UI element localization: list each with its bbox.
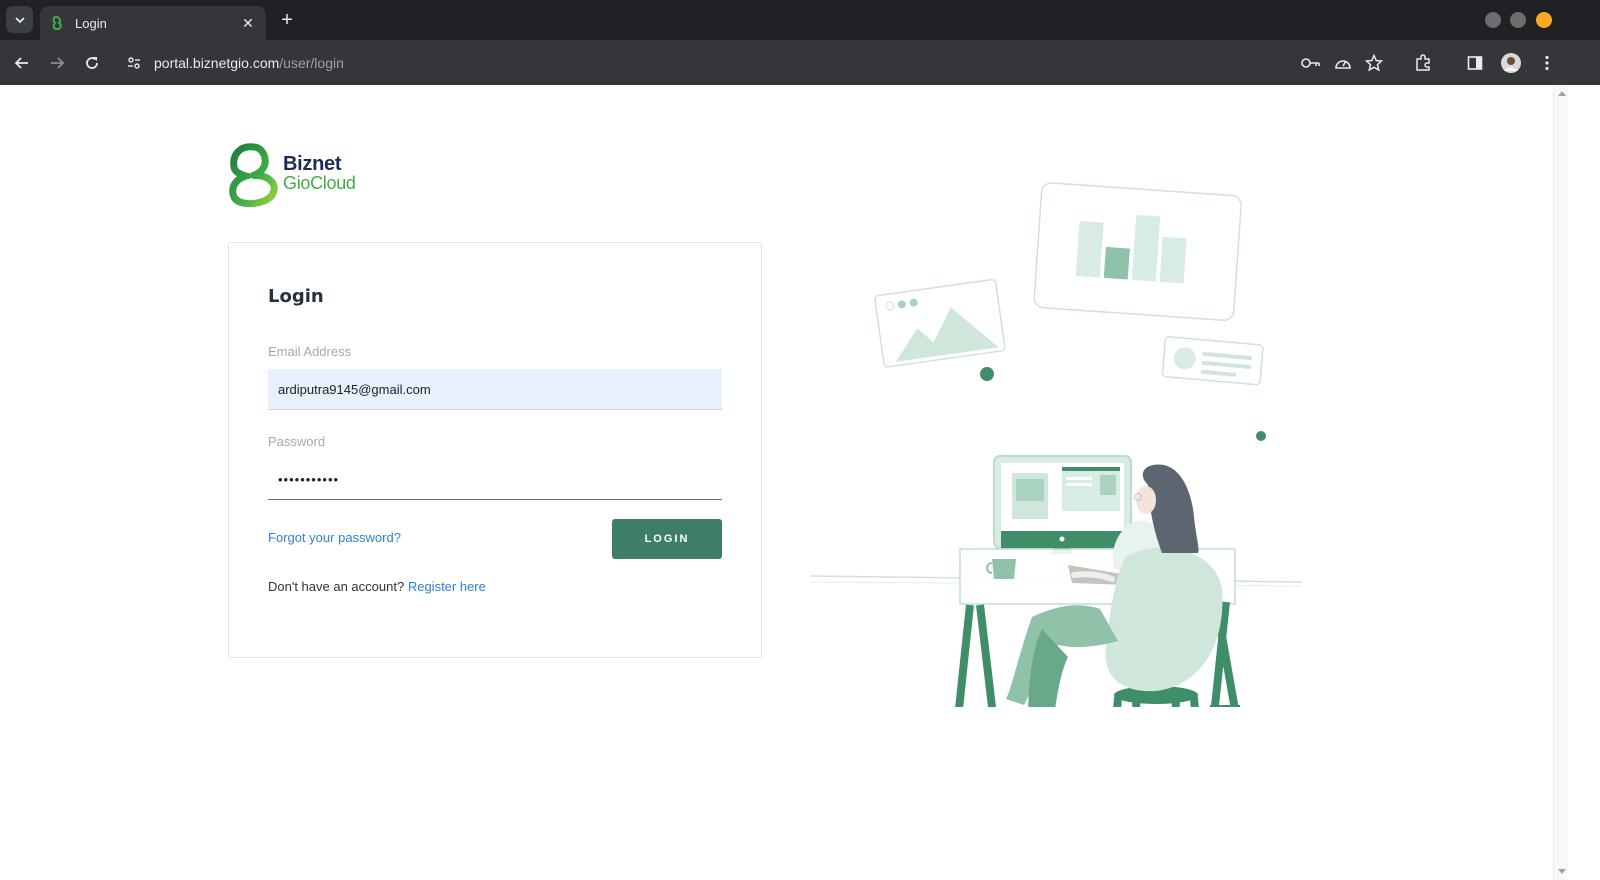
password-field[interactable]	[268, 459, 722, 500]
image-card-graphic	[874, 278, 1006, 368]
logo-mark-icon	[229, 143, 278, 207]
puzzle-icon[interactable]	[1411, 51, 1435, 75]
register-prompt-line: Don't have an account? Register here	[268, 579, 486, 594]
login-title: Login	[268, 286, 324, 307]
tune-icon[interactable]	[118, 47, 150, 79]
back-button[interactable]	[10, 51, 34, 75]
close-window-button[interactable]	[1536, 12, 1552, 28]
url-host: portal.biznetgio.com	[154, 55, 280, 71]
email-label: Email Address	[268, 344, 352, 359]
url-text: portal.biznetgio.com/user/login	[154, 55, 344, 71]
new-tab-button[interactable]: +	[276, 9, 298, 31]
workspace-illustration	[809, 182, 1303, 707]
browser-toolbar: portal.biznetgio.com/user/login	[0, 40, 1600, 85]
chart-card-graphic	[1033, 182, 1242, 322]
star-icon[interactable]	[1362, 51, 1386, 75]
biznet-giocloud-logo[interactable]: Biznet GioCloud	[228, 143, 368, 207]
forgot-password-link[interactable]: Forgot your password?	[268, 530, 401, 545]
browser-tab[interactable]: Login ✕	[40, 6, 266, 40]
forward-button[interactable]	[45, 51, 69, 75]
arrow-right-icon	[51, 57, 65, 69]
password-label: Password	[268, 434, 326, 449]
scroll-down-arrow-icon[interactable]	[1558, 869, 1566, 874]
brand-name-line2: GioCloud	[283, 173, 356, 193]
minimize-window-button[interactable]	[1485, 12, 1501, 28]
favicon-icon	[52, 15, 62, 31]
page-content: Biznet GioCloud Login Email Address Pass…	[0, 85, 1553, 880]
maximize-window-button[interactable]	[1510, 12, 1526, 28]
tab-title: Login	[75, 15, 107, 31]
page-scrollbar[interactable]	[1553, 85, 1568, 880]
window-edge	[1568, 85, 1600, 880]
url-path: /user/login	[279, 55, 344, 71]
email-field[interactable]	[268, 369, 722, 410]
avatar[interactable]	[1499, 51, 1523, 75]
reload-button[interactable]	[80, 51, 104, 75]
reload-icon	[86, 57, 98, 69]
gauge-icon[interactable]	[1331, 51, 1355, 75]
key-icon[interactable]	[1299, 51, 1323, 75]
browser-tab-bar: Login ✕ +	[0, 0, 1600, 40]
address-bar[interactable]: portal.biznetgio.com/user/login	[118, 46, 1288, 80]
more-vert-icon[interactable]	[1535, 51, 1559, 75]
register-prompt-text: Don't have an account?	[268, 579, 405, 594]
register-link[interactable]: Register here	[408, 579, 486, 594]
chevron-down-icon[interactable]	[6, 6, 33, 33]
profile-card-graphic	[1161, 336, 1264, 386]
arrow-left-icon	[14, 57, 28, 69]
monitor-graphic	[993, 455, 1132, 554]
login-button[interactable]: LOGIN	[612, 519, 722, 559]
scroll-up-arrow-icon[interactable]	[1558, 91, 1566, 96]
login-card: Login Email Address Password Forgot your…	[228, 242, 762, 658]
side-panel-icon[interactable]	[1463, 51, 1487, 75]
close-icon[interactable]: ✕	[240, 15, 256, 32]
